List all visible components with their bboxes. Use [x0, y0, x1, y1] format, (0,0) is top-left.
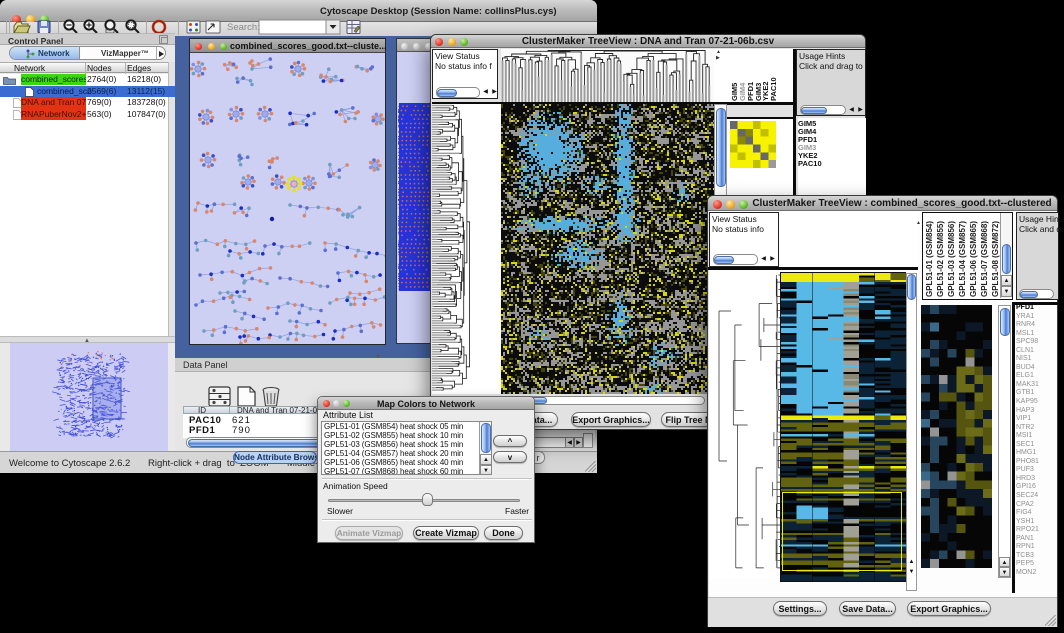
svg-text:Search:: Search: [227, 22, 260, 33]
